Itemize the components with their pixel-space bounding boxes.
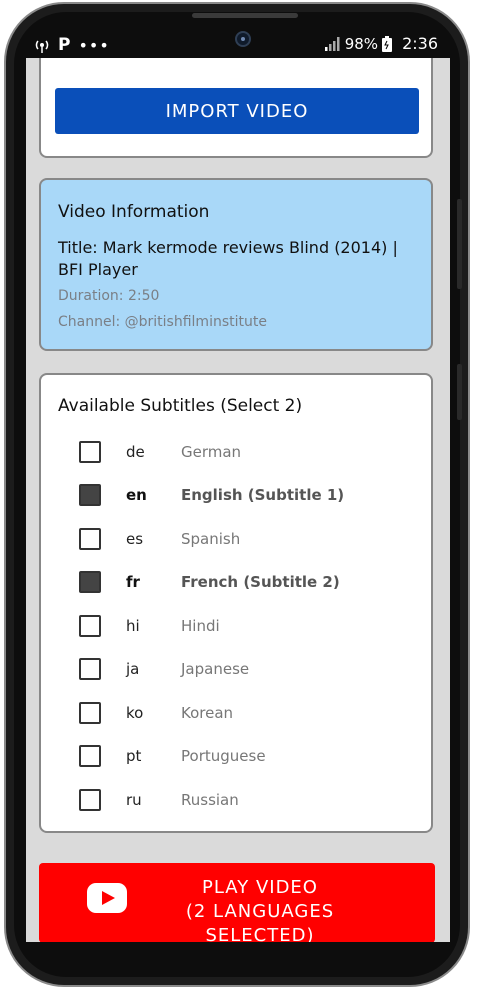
subtitle-option-hi[interactable]: hi Hindi xyxy=(79,611,409,641)
hotspot-icon xyxy=(35,40,49,53)
play-label-line2: (2 LANGUAGES SELECTED) xyxy=(185,901,335,942)
video-info-card: Video Information Title: Mark kermode re… xyxy=(39,178,433,351)
subtitles-card: Available Subtitles (Select 2) de German… xyxy=(39,373,433,833)
play-video-button[interactable]: PLAY VIDEO (2 LANGUAGES SELECTED) xyxy=(39,863,435,942)
video-title: Title: Mark kermode reviews Blind (2014)… xyxy=(58,238,398,279)
subtitles-heading: Available Subtitles (Select 2) xyxy=(58,396,303,416)
subtitle-option-fr[interactable]: fr French (Subtitle 2) xyxy=(79,567,409,597)
subtitle-option-en[interactable]: en English (Subtitle 1) xyxy=(79,480,409,510)
video-info-heading: Video Information xyxy=(58,202,210,222)
status-bar: P ••• 98% 2:36 xyxy=(26,30,450,58)
video-channel: Channel: @britishfilminstitute xyxy=(58,314,267,330)
language-code: ru xyxy=(126,791,142,809)
checkbox[interactable] xyxy=(79,702,101,724)
subtitle-option-es[interactable]: es Spanish xyxy=(79,524,409,554)
status-left: P ••• xyxy=(34,35,110,55)
power-button xyxy=(457,364,462,420)
language-name: Russian xyxy=(181,791,239,809)
language-name: French (Subtitle 2) xyxy=(181,573,340,591)
import-card: IMPORT VIDEO xyxy=(39,58,433,158)
checkbox[interactable] xyxy=(79,441,101,463)
play-label-line1: PLAY VIDEO xyxy=(202,877,318,898)
language-name: Spanish xyxy=(181,530,241,548)
signal-icon xyxy=(324,36,340,51)
status-right: 98% 2:36 xyxy=(324,34,438,53)
subtitle-option-ja[interactable]: ja Japanese xyxy=(79,654,409,684)
language-code: pt xyxy=(126,747,142,765)
video-duration: Duration: 2:50 xyxy=(58,288,160,304)
language-name: Korean xyxy=(181,704,234,722)
subtitle-option-ko[interactable]: ko Korean xyxy=(79,698,409,728)
import-video-button[interactable]: IMPORT VIDEO xyxy=(55,88,419,134)
checkbox[interactable] xyxy=(79,528,101,550)
subtitle-option-pt[interactable]: pt Portuguese xyxy=(79,741,409,771)
language-code: en xyxy=(126,486,147,504)
battery-icon xyxy=(382,35,393,52)
language-code: fr xyxy=(126,573,140,591)
volume-button xyxy=(457,199,462,289)
language-name: Hindi xyxy=(181,617,220,635)
clock: 2:36 xyxy=(402,34,438,53)
language-code: de xyxy=(126,443,145,461)
subtitle-option-ru[interactable]: ru Russian xyxy=(79,785,409,815)
speaker-grille xyxy=(192,13,298,18)
checkbox[interactable] xyxy=(79,615,101,637)
language-code: ko xyxy=(126,704,144,722)
checkbox[interactable] xyxy=(79,745,101,767)
language-name: German xyxy=(181,443,242,461)
checkbox[interactable] xyxy=(79,484,101,506)
p-icon: P xyxy=(58,35,71,55)
youtube-icon xyxy=(87,883,127,913)
language-name: Portuguese xyxy=(181,747,266,765)
language-code: hi xyxy=(126,617,140,635)
checkbox[interactable] xyxy=(79,789,101,811)
checkbox[interactable] xyxy=(79,571,101,593)
battery-percent: 98% xyxy=(344,34,379,53)
language-name: Japanese xyxy=(181,660,250,678)
play-button-label: PLAY VIDEO (2 LANGUAGES SELECTED) xyxy=(135,876,385,942)
more-icon: ••• xyxy=(78,35,110,55)
subtitle-option-de[interactable]: de German xyxy=(79,437,409,467)
app-screen: IMPORT VIDEO Video Information Title: Ma… xyxy=(26,58,450,942)
language-code: es xyxy=(126,530,144,548)
language-name: English (Subtitle 1) xyxy=(181,486,345,504)
language-code: ja xyxy=(126,660,140,678)
checkbox[interactable] xyxy=(79,658,101,680)
